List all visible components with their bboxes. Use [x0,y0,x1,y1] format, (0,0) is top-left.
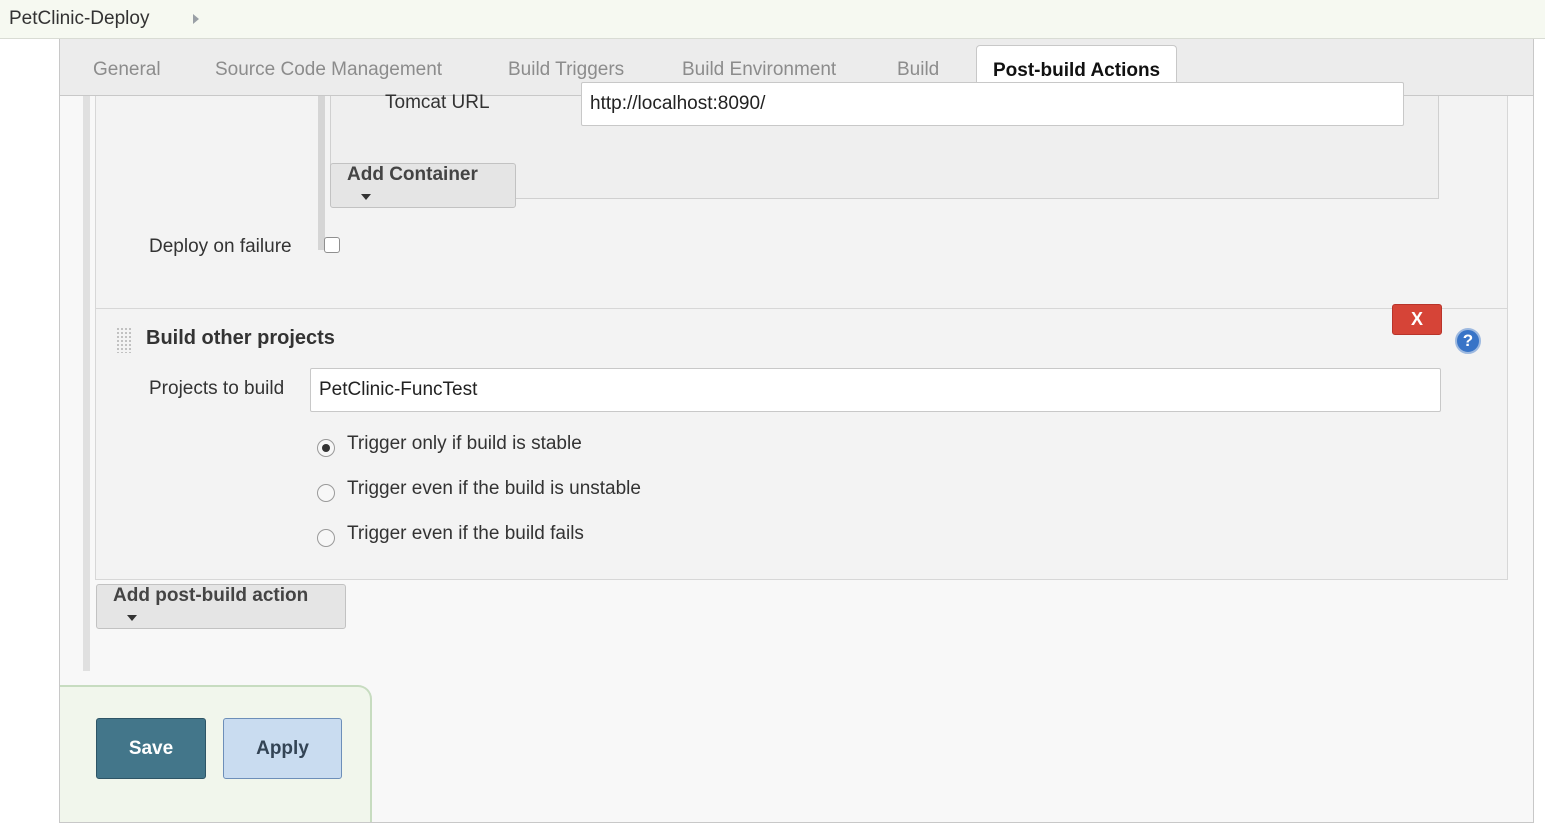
projects-to-build-input[interactable] [310,368,1441,412]
radio-trigger-unstable[interactable] [317,484,335,502]
add-container-label: Add Container [347,164,478,185]
tomcat-url-input[interactable] [581,82,1404,126]
tab-build-triggers[interactable]: Build Triggers [508,59,624,81]
section-group-bar [83,96,90,671]
drag-handle-icon[interactable] [116,327,132,353]
chevron-right-icon[interactable] [193,14,199,24]
container-group-bar [318,96,325,250]
apply-button[interactable]: Apply [223,718,342,779]
breadcrumb-project[interactable]: PetClinic-Deploy [9,8,149,30]
config-panel: General Source Code Management Build Tri… [59,39,1534,823]
deploy-on-failure-label: Deploy on failure [149,236,292,257]
add-post-build-action-label: Add post-build action [113,585,309,606]
delete-section-button[interactable]: X [1392,304,1442,335]
radio-trigger-fails[interactable] [317,529,335,547]
tomcat-url-label: Tomcat URL [385,92,490,113]
add-container-button[interactable]: Add Container [330,163,516,208]
radio-trigger-stable[interactable] [317,439,335,457]
save-button[interactable]: Save [96,718,206,779]
tab-general[interactable]: General [93,59,161,81]
section-title: Build other projects [146,327,335,349]
option-label: Trigger even if the build fails [347,523,584,544]
option-label: Trigger only if build is stable [347,433,582,454]
caret-down-icon [361,193,371,200]
option-label: Trigger even if the build is unstable [347,478,641,499]
breadcrumb: PetClinic-Deploy [0,0,1545,39]
tab-build-environment[interactable]: Build Environment [682,59,836,81]
deploy-on-failure-checkbox[interactable] [324,237,340,253]
tab-source-code-management[interactable]: Source Code Management [215,59,442,81]
help-icon[interactable]: ? [1455,328,1481,354]
caret-down-icon [127,614,137,621]
tab-build[interactable]: Build [897,59,939,81]
projects-to-build-label: Projects to build [149,378,285,399]
add-post-build-action-button[interactable]: Add post-build action [96,584,346,629]
